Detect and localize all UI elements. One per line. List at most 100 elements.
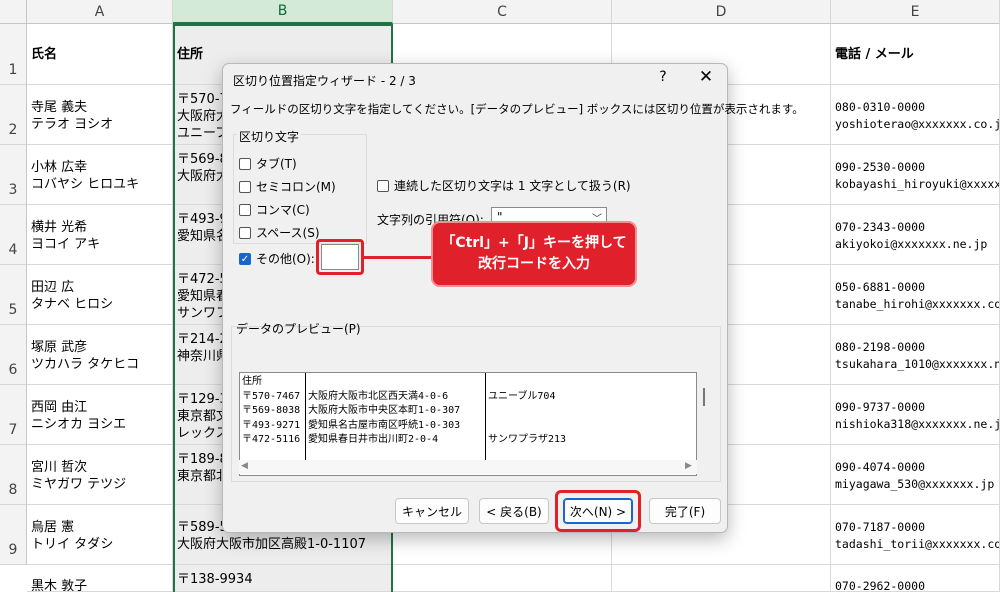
preview-cell: 大阪府大阪市北区西天満4-0-6 [308,390,449,402]
name-kana: ヨコイ アキ [31,237,101,252]
name-kana: ミヤガワ テツジ [31,477,127,492]
preview-horizontal-scrollbar[interactable] [239,460,697,474]
table-cell[interactable]: 090-9737-0000 nishioka318@xxxxxxx.ne.j [831,385,1000,445]
table-cell[interactable]: 090-2530-0000 kobayashi_hiroyuki@xxxxx [831,145,1000,205]
email-address: tsukahara_1010@xxxxxxx.n [835,357,1000,371]
next-button-highlight [555,490,641,532]
table-cell[interactable]: 田辺 広タナベ ヒロシ [27,265,173,325]
space-checkbox-label: スペース(S) [256,226,320,240]
preview-cell: 〒570-7467 [242,390,301,402]
name-kanji: 塚原 武彦 [31,340,88,355]
table-cell[interactable]: 寺尾 義夫 テラオ ヨシオ [27,85,173,145]
callout-line-2: 改行コードを入力 [478,256,590,272]
phone-number: 050-6881-0000 [835,280,926,294]
other-checkbox[interactable]: ✓ その他(O): [239,250,315,267]
name-kanji: 寺尾 義夫 [31,100,88,115]
select-all-corner[interactable] [0,0,27,24]
email-address: yoshioterao@xxxxxxx.co.j [835,117,1000,131]
space-checkbox[interactable]: スペース(S) [239,224,320,241]
close-icon[interactable]: ✕ [697,67,715,87]
phone-number: 090-4074-0000 [835,460,926,474]
table-cell[interactable]: 090-4074-0000 miyagawa_530@xxxxxxx.jp [831,445,1000,505]
other-input-highlight [316,239,364,275]
header-cell[interactable]: 電話 / メール [831,24,1000,85]
row-header[interactable]: 9 [0,505,27,565]
table-cell[interactable]: 烏居 憲トリイ タダシ [27,505,173,565]
name-kanji: 黒木 敦子 [31,579,88,592]
row-header[interactable]: 8 [0,445,27,505]
row-header[interactable]: 2 [0,85,27,145]
table-cell[interactable]: 黒木 敦子 [27,565,173,592]
table-cell[interactable]: 〒138-9934 [173,565,393,592]
email-address: miyagawa_530@xxxxxxx.jp [835,477,995,491]
phone-number: 080-2198-0000 [835,340,926,354]
row-header[interactable]: 6 [0,325,27,385]
cancel-button[interactable]: キャンセル [395,498,469,524]
email-address: tadashi_torii@xxxxxxx.co [835,537,1000,551]
semicolon-checkbox-label: セミコロン(M) [256,180,336,194]
finish-button[interactable]: 完了(F) [649,498,721,524]
preview-vertical-scrollbar[interactable] [703,388,705,406]
row-header[interactable]: 3 [0,145,27,205]
phone-number: 080-0310-0000 [835,100,926,114]
row-header[interactable]: 5 [0,265,27,325]
table-cell[interactable] [393,565,612,592]
checkbox-box [239,180,251,193]
name-kana: ツカハラ タケヒコ [31,357,140,372]
comma-checkbox[interactable]: コンマ(C) [239,201,310,218]
scroll-right-icon[interactable]: ▶ [685,461,692,471]
table-cell[interactable]: 西岡 由江 ニシオカ ヨシエ [27,385,173,445]
phone-number: 070-2343-0000 [835,220,926,234]
name-kanji: 宮川 哲次 [31,460,88,475]
checkmark-icon: ✓ [239,252,251,265]
consecutive-delimiters-checkbox[interactable]: 連続した区切り文字は 1 文字として扱う(R) [377,177,631,194]
column-header-a[interactable]: A [27,0,173,24]
preview-cell: 大阪府大阪市中央区本町1-0-307 [308,405,461,416]
dialog-description: フィールドの区切り文字を指定してください。[データのプレビュー] ボックスには区… [230,102,804,116]
preview-cell: サンワプラザ213 [488,434,567,445]
phone-number: 070-7187-0000 [835,520,926,534]
row-header[interactable]: 7 [0,385,27,445]
checkbox-box [239,203,251,216]
name-kana: コバヤシ ヒロユキ [31,177,140,192]
column-header-b[interactable]: B [173,0,393,24]
email-address: akiyokoi@xxxxxxx.ne.jp [835,237,988,251]
name-kanji: 西岡 由江 [31,400,88,415]
header-cell[interactable]: 氏名 [27,24,173,85]
preview-cell: 愛知県名古屋市南区呼続1-0-303 [308,419,461,431]
table-cell[interactable]: 横井 光希 ヨコイ アキ [27,205,173,265]
table-cell[interactable]: 塚原 武彦ツカハラ タケヒコ [27,325,173,385]
table-cell[interactable]: 小林 広幸コバヤシ ヒロユキ [27,145,173,205]
other-checkbox-label: その他(O): [256,252,315,266]
column-break-line[interactable] [485,373,486,461]
table-cell[interactable]: 080-0310-0000 yoshioterao@xxxxxxx.co.j [831,85,1000,145]
email-address: kobayashi_hiroyuki@xxxxx [835,177,1000,191]
name-kanji: 小林 広幸 [31,160,88,175]
phone-number: 090-9737-0000 [835,400,926,414]
table-cell[interactable]: 070-2343-0000 akiyokoi@xxxxxxx.ne.jp [831,205,1000,265]
scroll-left-icon[interactable]: ◀ [241,461,248,471]
tab-checkbox[interactable]: タブ(T) [239,155,297,172]
name-kanji: 烏居 憲 [31,520,75,535]
table-cell[interactable]: 050-6881-0000 tanabe_hirohi@xxxxxxx.co [831,265,1000,325]
help-icon[interactable]: ? [655,69,671,85]
table-cell[interactable]: 080-2198-0000 tsukahara_1010@xxxxxxx.n [831,325,1000,385]
semicolon-checkbox[interactable]: セミコロン(M) [239,178,336,195]
row-header[interactable]: 1 [0,24,27,85]
table-cell[interactable]: 070-2962-0000 [831,565,1000,592]
comma-checkbox-label: コンマ(C) [256,203,310,217]
column-header-d[interactable]: D [612,0,831,24]
instruction-callout: 「Ctrl」+「J」キーを押して 改行コードを入力 [431,221,637,287]
column-break-line[interactable] [305,373,306,461]
preview-legend: データのプレビュー(P) [236,322,361,336]
table-cell[interactable]: 070-7187-0000 tadashi_torii@xxxxxxx.co [831,505,1000,565]
tab-checkbox-label: タブ(T) [256,157,297,171]
column-header-c[interactable]: C [393,0,612,24]
back-button[interactable]: < 戻る(B) [479,498,549,524]
email-address: nishioka318@xxxxxxx.ne.j [835,417,1000,431]
column-header-e[interactable]: E [831,0,1000,24]
email-address: tanabe_hirohi@xxxxxxx.co [835,297,1000,311]
row-header[interactable]: 4 [0,205,27,265]
table-cell[interactable] [612,565,831,592]
table-cell[interactable]: 宮川 哲次ミヤガワ テツジ [27,445,173,505]
